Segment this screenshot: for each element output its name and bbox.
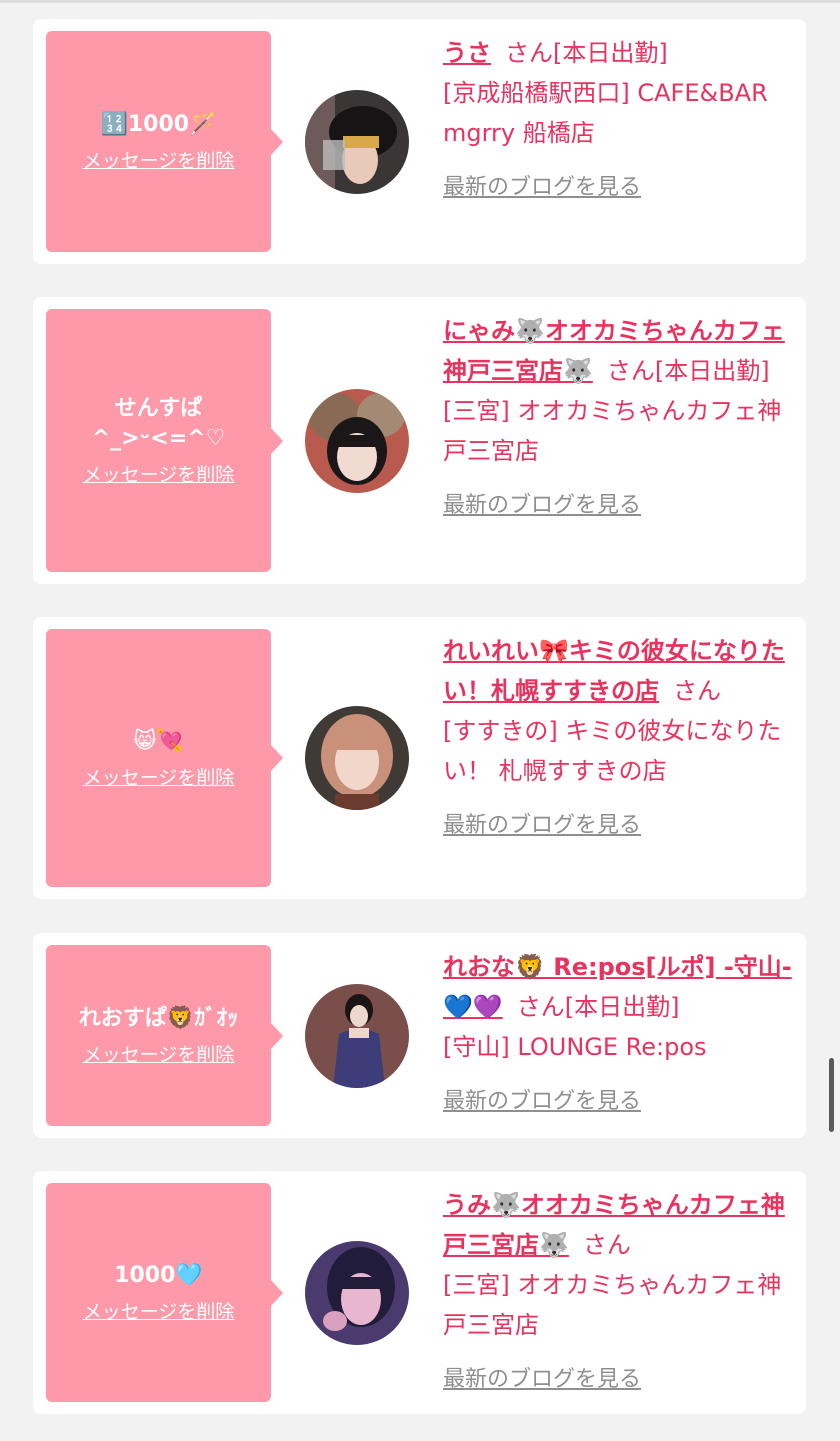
favorite-card: 😸💘 メッセージを削除 れいれい🎀キミの彼女になりたい！札幌すすきの店 さん [す…	[33, 617, 806, 899]
message-text: れおすぱ🦁ｶﾞｵｯ	[78, 1006, 239, 1031]
message-bubble: 😸💘 メッセージを削除	[46, 629, 283, 887]
cast-name-link[interactable]: れいれい🎀キミの彼女になりたい！札幌すすきの店	[443, 637, 785, 705]
message-bubble: 🔢1000🪄 メッセージを削除	[46, 31, 283, 252]
work-status: [本日出勤]	[564, 993, 680, 1021]
cast-info: にゃみ🐺オオカミちゃんカフェ神戸三宮店🐺 さん[本日出勤] [三宮] オオカミちゃ…	[443, 311, 793, 519]
san-suffix: さん	[505, 39, 553, 67]
san-suffix: さん	[606, 357, 655, 385]
favorite-card: れおすぱ🦁ｶﾞｵｯ メッセージを削除 れおな🦁 Re:pos[ルポ] -守山-💙…	[33, 933, 806, 1138]
delete-message-link[interactable]: メッセージを削除	[83, 1040, 235, 1067]
san-suffix: さん	[516, 993, 565, 1021]
favorite-card: せんすぱ^_>ᵕ<=^♡ メッセージを削除 にゃみ🐺オオカミちゃんカフェ神戸三宮…	[33, 297, 806, 584]
shop-location: [京成船橋駅西口] CAFE&BAR mgrry 船橋店	[443, 79, 768, 147]
message-bubble: れおすぱ🦁ｶﾞｵｯ メッセージを削除	[46, 945, 283, 1126]
cast-info: うみ🐺オオカミちゃんカフェ神戸三宮店🐺 さん [三宮] オオカミちゃんカフェ神戸三…	[443, 1185, 793, 1393]
delete-message-link[interactable]: メッセージを削除	[83, 1297, 235, 1324]
shop-location: [三宮] オオカミちゃんカフェ神戸三宮店	[443, 1271, 782, 1339]
work-status: [本日出勤]	[654, 357, 770, 385]
avatar[interactable]	[305, 706, 409, 810]
top-divider	[0, 0, 840, 3]
cast-name-link[interactable]: うさ	[443, 39, 491, 67]
san-suffix: さん	[582, 1231, 631, 1259]
san-suffix: さん	[673, 677, 721, 705]
delete-message-link[interactable]: メッセージを削除	[83, 763, 235, 790]
message-text: 🔢1000🪄	[100, 112, 217, 137]
cast-info: うさ さん[本日出勤] [京成船橋駅西口] CAFE&BAR mgrry 船橋店 …	[443, 33, 793, 201]
avatar[interactable]	[305, 89, 409, 194]
shop-location: [すすきの] キミの彼女になりたい！ 札幌すすきの店	[443, 717, 782, 785]
delete-message-link[interactable]: メッセージを削除	[83, 460, 235, 487]
message-bubble: せんすぱ^_>ᵕ<=^♡ メッセージを削除	[46, 309, 283, 572]
message-text: 😸💘	[133, 728, 184, 754]
cast-info: れいれい🎀キミの彼女になりたい！札幌すすきの店 さん [すすきの] キミの彼女にな…	[443, 631, 793, 839]
message-bubble: 1000🩵 メッセージを削除	[46, 1183, 283, 1402]
shop-location: [三宮] オオカミちゃんカフェ神戸三宮店	[443, 397, 782, 465]
work-status: [本日出勤]	[553, 39, 668, 67]
delete-message-link[interactable]: メッセージを削除	[83, 146, 235, 173]
latest-blog-link[interactable]: 最新のブログを見る	[443, 169, 641, 201]
message-text: せんすぱ^_>ᵕ<=^♡	[91, 396, 226, 451]
latest-blog-link[interactable]: 最新のブログを見る	[443, 807, 641, 839]
scrollbar[interactable]	[829, 1058, 834, 1132]
favorite-card: 1000🩵 メッセージを削除 うみ🐺オオカミちゃんカフェ神戸三宮店🐺 さん [三宮…	[33, 1171, 806, 1414]
latest-blog-link[interactable]: 最新のブログを見る	[443, 1361, 641, 1393]
latest-blog-link[interactable]: 最新のブログを見る	[443, 1083, 641, 1115]
shop-location: [守山] LOUNGE Re:pos	[443, 1033, 707, 1061]
avatar[interactable]	[305, 388, 409, 493]
cast-info: れおな🦁 Re:pos[ルポ] -守山-💙💜 さん[本日出勤] [守山] LOUN…	[443, 947, 793, 1115]
favorite-card: 🔢1000🪄 メッセージを削除 うさ さん[本日出勤] [京成船橋駅西口] CAF…	[33, 19, 806, 264]
avatar[interactable]	[305, 1240, 409, 1345]
message-text: 1000🩵	[114, 1263, 203, 1288]
avatar[interactable]	[305, 983, 409, 1088]
latest-blog-link[interactable]: 最新のブログを見る	[443, 487, 641, 519]
